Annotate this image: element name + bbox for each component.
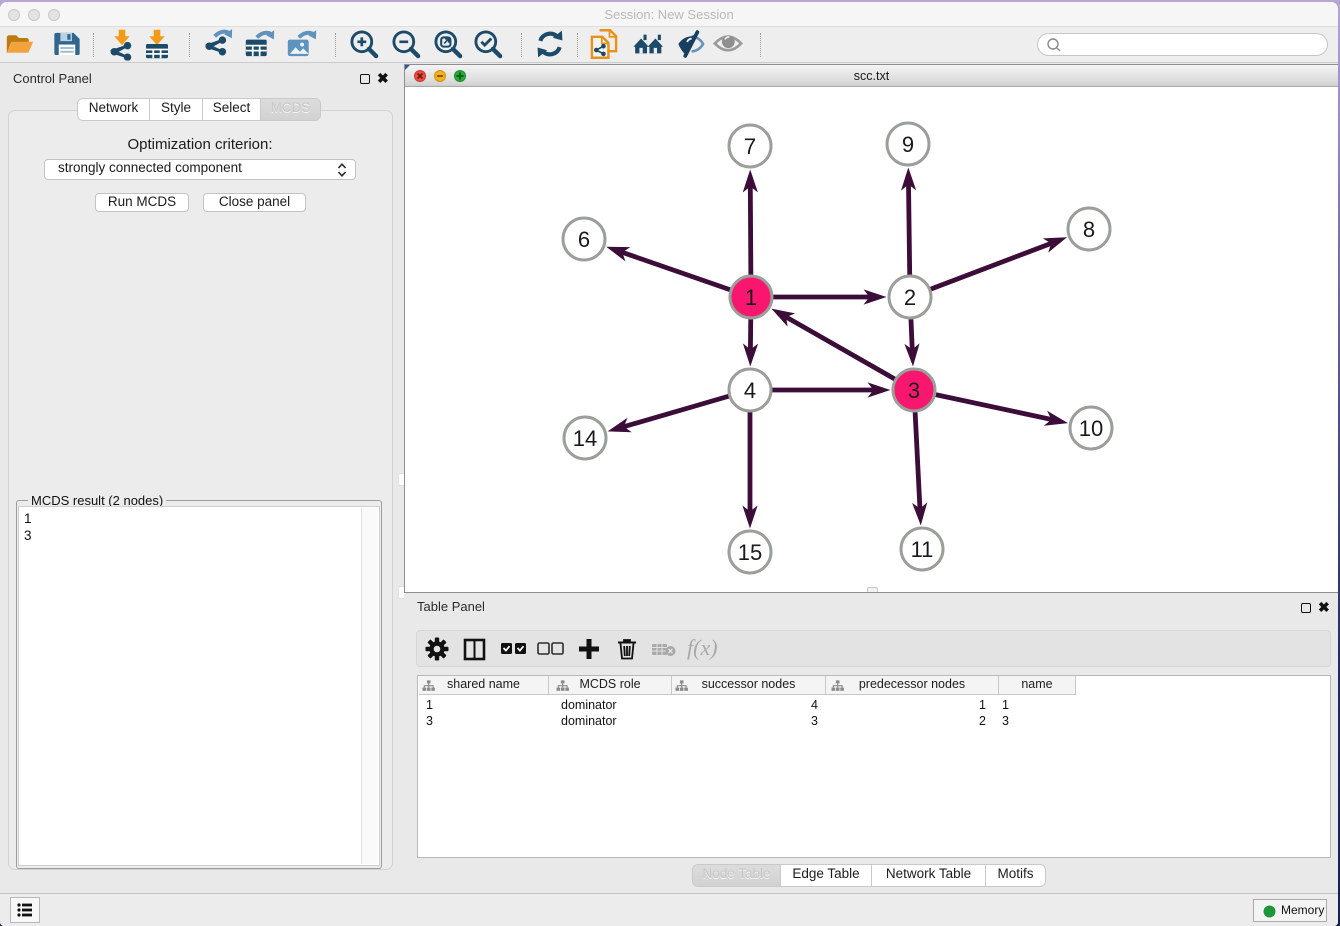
svg-text:4: 4 [744,378,756,403]
svg-text:11: 11 [911,537,934,562]
svg-text:2: 2 [904,285,916,310]
svg-text:3: 3 [908,378,920,403]
svg-text:15: 15 [738,540,762,565]
svg-text:8: 8 [1083,217,1095,242]
svg-text:9: 9 [902,132,914,157]
svg-text:1: 1 [745,285,757,310]
svg-text:10: 10 [1079,416,1103,441]
svg-text:14: 14 [573,426,597,451]
svg-text:7: 7 [744,134,756,159]
svg-text:6: 6 [578,227,590,252]
